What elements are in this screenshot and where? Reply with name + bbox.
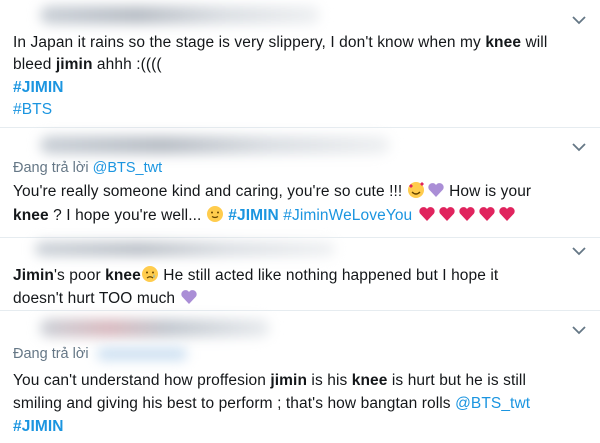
red-heart-icon	[439, 207, 455, 221]
hashtag-link[interactable]: #JIMIN	[13, 417, 64, 437]
hashtag-link[interactable]: #JiminWeLoveYou	[283, 207, 412, 224]
tweet-text-line: doesn't hurt TOO much	[13, 288, 198, 309]
tweet-text-line: smiling and giving his best to perform ;…	[13, 395, 531, 412]
smiling-face-with-hearts-icon	[407, 182, 424, 198]
chevron-down-icon[interactable]	[570, 13, 588, 27]
chevron-down-icon[interactable]	[570, 244, 588, 258]
hugging-face-icon	[206, 206, 223, 222]
chevron-down-icon[interactable]	[570, 140, 588, 154]
red-heart-icon	[479, 207, 495, 221]
replying-to: Đang trả lời	[13, 346, 187, 362]
tweet-text-line: Jimin's poor knee He still acted like no…	[13, 266, 499, 284]
tweet-text-line: You're really someone kind and caring, y…	[13, 182, 532, 200]
tweet-text-line: bleed jimin ahhh :((((	[13, 56, 162, 73]
chevron-down-icon[interactable]	[570, 323, 588, 337]
tweet-1[interactable]: In Japan it rains so the stage is very s…	[0, 0, 600, 127]
blurred-user-header	[40, 6, 320, 24]
hashtag-link[interactable]: #JIMIN	[13, 78, 64, 98]
reply-handle-link[interactable]: @BTS_twt	[93, 160, 163, 176]
red-heart-icon	[459, 207, 475, 221]
blurred-user-header	[40, 136, 390, 154]
blurred-user-header	[35, 242, 335, 256]
tweet-2[interactable]: Đang trả lời @BTS_twt You're really some…	[0, 128, 600, 237]
tweet-text-line: knee ? I hope you're well... #JIMIN #Jim…	[13, 205, 517, 226]
purple-heart-icon	[180, 290, 197, 304]
blurred-reply-handle[interactable]	[96, 348, 187, 361]
hashtag-link[interactable]: #BTS	[13, 100, 52, 120]
purple-heart-icon	[428, 183, 444, 197]
tweet-4[interactable]: Đang trả lời You can't understand how pr…	[0, 311, 600, 443]
mention-link[interactable]: @BTS_twt	[455, 395, 530, 412]
tweet-text-line: In Japan it rains so the stage is very s…	[13, 34, 548, 51]
sad-face-icon	[141, 266, 158, 282]
replying-to: Đang trả lời @BTS_twt	[13, 160, 163, 176]
hashtag-link[interactable]: #JIMIN	[228, 207, 279, 224]
tweet-3[interactable]: Jimin's poor knee He still acted like no…	[0, 238, 600, 310]
blurred-user-header	[40, 319, 270, 337]
red-heart-icon	[499, 207, 515, 221]
red-heart-icon	[419, 207, 435, 221]
tweet-text-line: You can't understand how proffesion jimi…	[13, 372, 526, 389]
